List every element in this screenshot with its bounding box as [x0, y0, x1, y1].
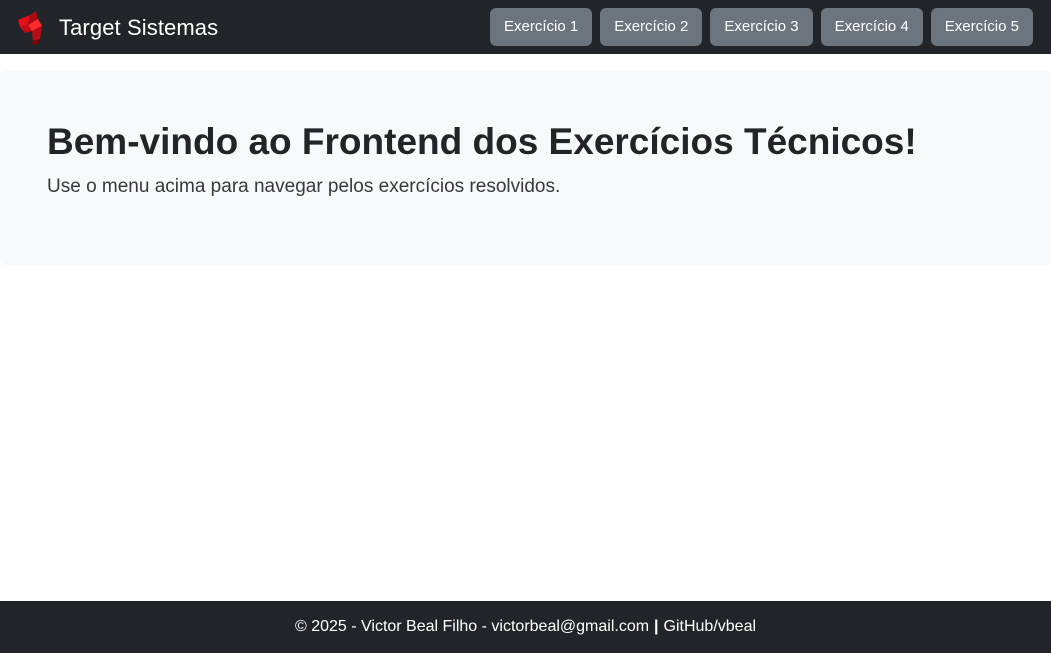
exercise-5-button[interactable]: Exercício 5	[930, 8, 1033, 46]
page-title: Bem-vindo ao Frontend dos Exercícios Téc…	[47, 121, 917, 162]
page-footer: © 2025 - Victor Beal Filho - victorbeal@…	[0, 601, 1051, 653]
brand-name: Target Sistemas	[59, 15, 219, 40]
footer-separator: |	[654, 618, 659, 635]
top-navbar: Target Sistemas Exercício 1 Exercício 2 …	[0, 0, 1051, 54]
target-sistemas-logo-icon	[18, 11, 42, 45]
exercise-4-button[interactable]: Exercício 4	[820, 8, 923, 46]
exercise-nav: Exercício 1 Exercício 2 Exercício 3 Exer…	[489, 8, 1033, 46]
exercise-3-button[interactable]: Exercício 3	[710, 8, 813, 46]
brand-link[interactable]: Target Sistemas	[16, 11, 218, 45]
github-link[interactable]: GitHub/vbeal	[664, 618, 757, 636]
welcome-subtitle: Use o menu acima para navegar pelos exer…	[47, 176, 561, 197]
exercise-2-button[interactable]: Exercício 2	[600, 8, 703, 46]
exercise-1-button[interactable]: Exercício 1	[489, 8, 593, 46]
footer-copyright: © 2025 - Victor Beal Filho - victorbeal@…	[294, 618, 650, 635]
welcome-jumbotron: Bem-vindo ao Frontend dos Exercícios Téc…	[0, 70, 1051, 265]
